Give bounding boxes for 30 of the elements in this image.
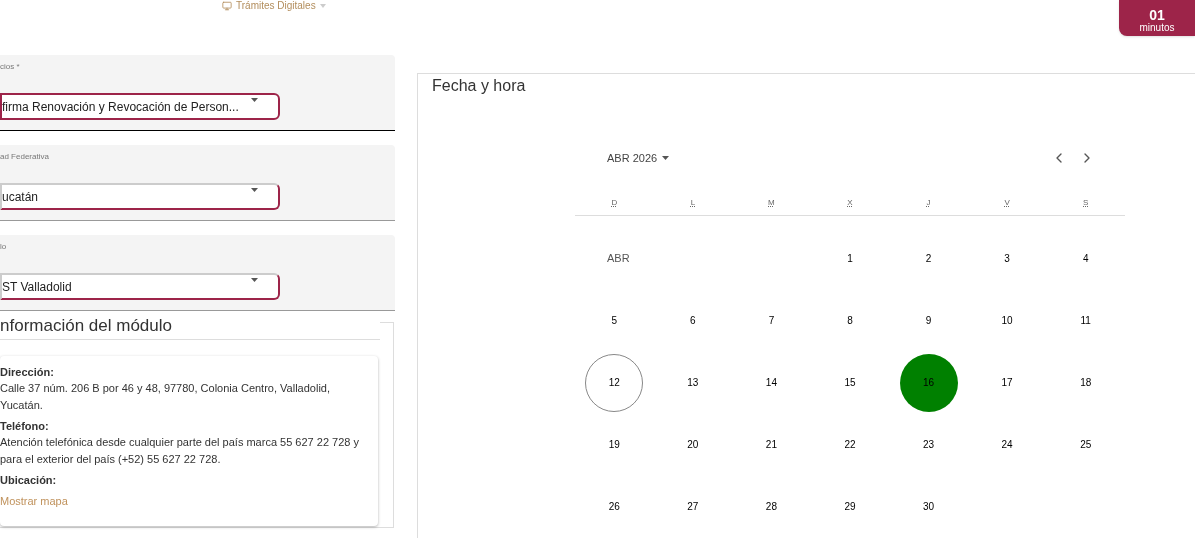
field-label: ad Federativa <box>0 151 50 163</box>
weekday-label: L <box>690 196 696 209</box>
timer-value: 01 <box>1149 8 1165 22</box>
weekday-label: J <box>926 196 931 209</box>
month-selector[interactable]: ABR 2026 <box>575 150 670 167</box>
caret-icon <box>251 278 258 282</box>
select-field[interactable]: firma Renovación y Revocación de Person... <box>0 93 280 120</box>
select-field[interactable]: ST Valladolid <box>0 273 280 300</box>
caret-icon <box>662 156 670 161</box>
info-label: Dirección: <box>0 364 55 380</box>
weekday-label: V <box>1004 196 1010 209</box>
caret-icon <box>251 188 258 192</box>
select-field[interactable]: ucatán <box>0 183 280 210</box>
monitor-icon <box>222 0 232 11</box>
month-label: ABR <box>606 251 630 267</box>
info-label: Teléfono: <box>0 418 50 434</box>
field-label: cios * <box>0 61 21 73</box>
timer-unit: minutos <box>1139 22 1175 33</box>
info-text: Atención telefónica desde cualquier parte del país marca 55 627 22 728 y para el exterior del país (+52) 55 627 22 728. <box>0 434 360 467</box>
info-text: Calle 37 núm. 206 B por 46 y 48, 97780, Colonia Centro, Valladolid, Yucatán. <box>0 380 331 413</box>
caret-icon <box>251 98 258 102</box>
weekday-label: D <box>611 196 618 209</box>
caret-icon <box>319 3 326 8</box>
weekday-label: M <box>768 196 775 209</box>
calendar-day[interactable]: 16 <box>899 353 958 412</box>
weekday-label: X <box>847 196 853 209</box>
field-label: lo <box>0 241 8 253</box>
info-label: Ubicación: <box>0 472 58 488</box>
calendar-day[interactable]: 12 <box>585 353 644 412</box>
weekday-label: S <box>1083 196 1089 209</box>
